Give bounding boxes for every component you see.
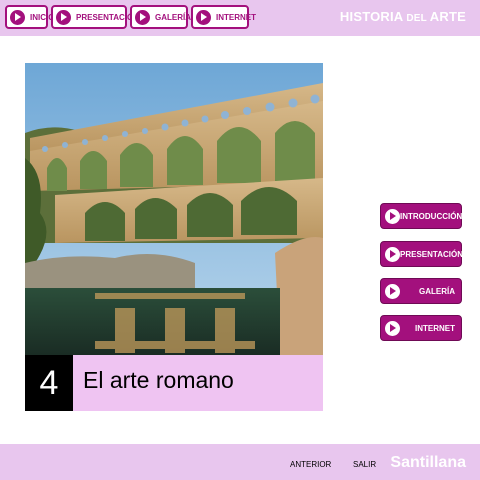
nav-presentacion-button[interactable]: PRESENTACIÓN: [51, 5, 139, 29]
play-icon: [135, 9, 150, 25]
side-introduccion-button[interactable]: INTRODUCCIÓN: [380, 203, 462, 229]
play-icon: [385, 208, 400, 224]
play-icon: [196, 9, 211, 25]
exit-link[interactable]: SALIR: [353, 460, 376, 469]
chapter-caption: 4 El arte romano: [25, 355, 323, 411]
nav-galeria-button[interactable]: GALERÍA: [130, 5, 191, 29]
nav-inicio-button[interactable]: INICIO: [5, 5, 54, 29]
side-presentacion-button[interactable]: PRESENTACIÓN: [380, 241, 463, 267]
side-presentacion-label: PRESENTACIÓN: [400, 249, 463, 259]
side-internet-button[interactable]: INTERNET: [380, 315, 462, 341]
top-bar: INICIO PRESENTACIÓN GALERÍA INTERNET HIS…: [0, 0, 480, 36]
aqueduct-photo: [25, 63, 323, 355]
play-icon: [385, 246, 400, 262]
nav-galeria-label: GALERÍA: [155, 12, 191, 22]
app-title: HISTORIA DEL ARTE: [339, 9, 466, 24]
play-icon: [385, 320, 400, 336]
side-introduccion-label: INTRODUCCIÓN: [400, 211, 463, 221]
previous-link[interactable]: ANTERIOR: [290, 460, 331, 469]
play-icon: [56, 9, 71, 25]
side-galeria-label: GALERÍA: [419, 286, 455, 296]
nav-internet-label: INTERNET: [216, 12, 256, 22]
play-icon: [10, 9, 25, 25]
chapter-title: El arte romano: [83, 367, 234, 393]
side-galeria-button[interactable]: GALERÍA: [380, 278, 462, 304]
bottom-bar: ANTERIOR SALIR Santillana: [0, 444, 480, 480]
side-internet-label: INTERNET: [415, 323, 455, 333]
brand-logo: Santillana: [390, 454, 466, 471]
chapter-number: 4: [25, 355, 73, 411]
nav-internet-button[interactable]: INTERNET: [191, 5, 256, 29]
play-icon: [385, 283, 400, 299]
